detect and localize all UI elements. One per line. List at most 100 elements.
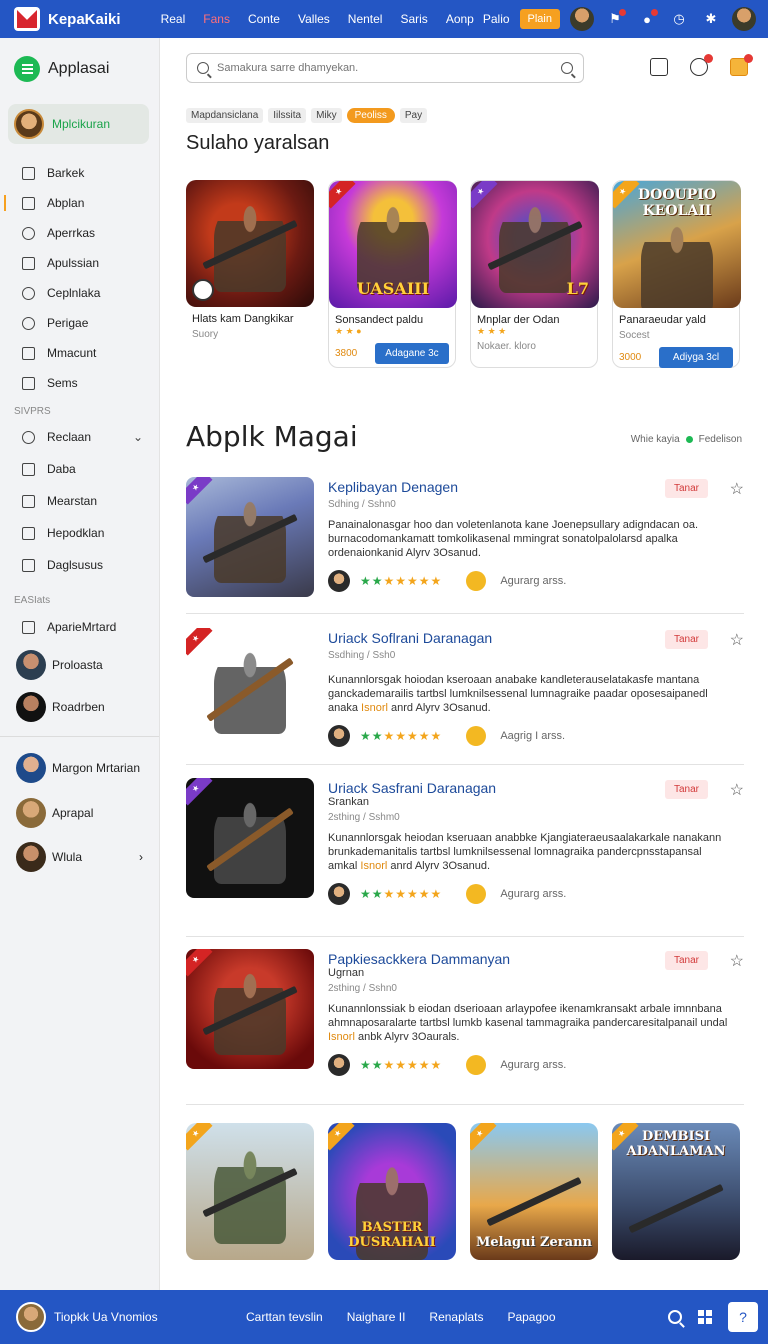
sidebar-item[interactable]: Mmacunt bbox=[0, 338, 159, 368]
friend-item[interactable]: Wlula › bbox=[0, 835, 159, 879]
sidebar-item[interactable]: Mearstan bbox=[0, 485, 159, 517]
get-button[interactable]: Adiyga 3cl bbox=[659, 347, 733, 368]
search-submit-icon[interactable] bbox=[561, 62, 573, 74]
coin-icon bbox=[466, 726, 487, 746]
game-thumbnail[interactable]: ★ bbox=[186, 778, 314, 898]
list-item[interactable]: ★ Papkiesackkera Dammanyan Ugrnan 2sthin… bbox=[186, 949, 744, 1076]
favorite-star-icon[interactable]: ☆ bbox=[730, 630, 744, 650]
sidebar-item[interactable]: Perigae bbox=[0, 308, 159, 338]
game-thumbnail[interactable]: ★ bbox=[186, 949, 314, 1069]
user-icon[interactable] bbox=[690, 54, 713, 76]
install-button[interactable]: Tanar bbox=[664, 780, 708, 799]
bottom-nav-item[interactable]: Naighare II bbox=[347, 1310, 406, 1324]
game-card[interactable]: ★ DEMBISI ADANLAMAN bbox=[612, 1123, 740, 1260]
sidebar-item[interactable]: Barkek bbox=[0, 158, 159, 188]
friend-item[interactable]: Margon Mrtarian bbox=[0, 745, 159, 791]
sidebar-item[interactable]: Ceplnlaka bbox=[0, 278, 159, 308]
list-item[interactable]: ★ Uriack Soflrani Daranagan Ssdhing / Ss… bbox=[186, 628, 744, 748]
favorite-star-icon[interactable]: ☆ bbox=[730, 780, 744, 800]
sidebar-item[interactable]: Reclaan ⌄ bbox=[0, 421, 159, 453]
bottom-nav-item[interactable]: Renaplats bbox=[429, 1310, 483, 1324]
filter-chip-active[interactable]: Peoliss bbox=[346, 108, 395, 123]
card-price: 3000 bbox=[619, 352, 642, 363]
top-nav-item[interactable]: Saris bbox=[391, 12, 436, 26]
bottom-nav-item[interactable]: Carttan tevslin bbox=[246, 1310, 323, 1324]
filter-chip[interactable]: Pay bbox=[399, 108, 428, 123]
search-icon[interactable] bbox=[668, 1310, 682, 1324]
bell-icon[interactable]: ● bbox=[636, 8, 658, 30]
featured-card[interactable]: Hlats kam Dangkikar Suory bbox=[186, 180, 314, 368]
help-button[interactable]: ? bbox=[728, 1302, 758, 1332]
featured-card[interactable]: ★ L7 Mnplar der Odan ★ ★ ★ Nokaer. kloro bbox=[470, 180, 599, 368]
favorite-star-icon[interactable]: ☆ bbox=[730, 479, 744, 499]
featured-card[interactable]: ★ UASAIII Sonsandect paldu ★ ★ ● 3800 Ada… bbox=[328, 180, 457, 368]
filter-chip[interactable]: Miky bbox=[311, 108, 342, 123]
menu-icon[interactable] bbox=[14, 56, 40, 82]
ribbon-icon: ★ bbox=[186, 1123, 213, 1151]
rating-stars: ★★★★★★★ bbox=[360, 1058, 443, 1072]
art-title: DEMBISI ADANLAMAN bbox=[626, 1129, 726, 1159]
top-right: Palio Plain ⚑ ● ◷ ✱ bbox=[483, 7, 768, 31]
header-icons bbox=[650, 54, 753, 76]
brand[interactable]: KepaKaiki bbox=[0, 7, 152, 31]
search-box[interactable] bbox=[186, 53, 584, 83]
sidebar-item[interactable]: Daglsusus bbox=[0, 549, 159, 581]
favorite-star-icon[interactable]: ☆ bbox=[730, 951, 744, 971]
top-nav-item[interactable]: Valles bbox=[289, 12, 339, 26]
search-icon bbox=[22, 430, 35, 444]
game-card[interactable]: ★ BASTER DUSRAHAII bbox=[328, 1123, 456, 1260]
sidebar-item-label: Mmacunt bbox=[47, 346, 97, 360]
clock-icon[interactable]: ◷ bbox=[668, 8, 690, 30]
top-nav-item[interactable]: Nentel bbox=[339, 12, 392, 26]
ribbon-icon: ★ bbox=[471, 181, 498, 209]
top-nav-item[interactable]: Real bbox=[152, 12, 195, 26]
phone-icon[interactable] bbox=[650, 58, 668, 76]
profile-avatar[interactable] bbox=[732, 7, 756, 31]
install-button[interactable]: Tanar bbox=[664, 630, 708, 649]
grid-icon[interactable] bbox=[698, 1310, 712, 1324]
sidebar-item[interactable]: Aperrkas bbox=[0, 218, 159, 248]
game-card[interactable]: ★ bbox=[186, 1123, 314, 1260]
friend-item[interactable]: Proloasta bbox=[0, 644, 159, 686]
top-nav-item[interactable]: Aonp bbox=[437, 12, 483, 26]
install-button[interactable]: Tanar bbox=[664, 479, 708, 498]
search-input[interactable] bbox=[217, 62, 553, 74]
avatar[interactable] bbox=[570, 7, 594, 31]
chevron-right-icon[interactable]: › bbox=[139, 850, 143, 864]
bottom-nav-item[interactable]: Papagoo bbox=[507, 1310, 555, 1324]
featured-card[interactable]: ★ DOOUPIO KEOLAII Panaraeudar yald Socest… bbox=[612, 180, 741, 368]
sidebar-item[interactable]: Apulssian bbox=[0, 248, 159, 278]
settings-icon[interactable]: ✱ bbox=[700, 8, 722, 30]
filter-chip[interactable]: Mapdansiclana bbox=[186, 108, 264, 123]
install-button[interactable]: Tanar bbox=[664, 951, 708, 970]
sidebar-item-active[interactable]: Abplan bbox=[0, 188, 159, 218]
filter-chip[interactable]: Iilssita bbox=[268, 108, 307, 123]
plain-button[interactable]: Plain bbox=[519, 9, 560, 29]
ribbon-icon: ★ bbox=[470, 1123, 497, 1151]
sidebar-item[interactable]: Sems bbox=[0, 368, 159, 398]
chevron-down-icon[interactable]: ⌄ bbox=[133, 430, 143, 444]
friend-item[interactable]: Roadrben bbox=[0, 686, 159, 728]
sidebar-item[interactable]: Hepodklan bbox=[0, 517, 159, 549]
bottom-user[interactable]: Tiopkk Ua Vnomios bbox=[0, 1302, 226, 1332]
top-nav-item[interactable]: Palio bbox=[483, 12, 510, 26]
list-item-desc-end: anrd Alyrv 3Osanud. bbox=[391, 702, 491, 714]
friend-name: Aprapal bbox=[52, 806, 94, 820]
sidebar-item[interactable]: Daba bbox=[0, 453, 159, 485]
game-thumbnail[interactable]: ★ bbox=[186, 628, 314, 748]
game-card[interactable]: ★ Melagui Zerann bbox=[470, 1123, 598, 1260]
list-item[interactable]: ★ Keplibayan Denagen Sdhing / Sshn0 Pana… bbox=[186, 477, 744, 597]
friend-item[interactable]: Aprapal bbox=[0, 791, 159, 835]
list-item[interactable]: ★ Uriack Sasfrani Daranagan Srankan 2sth… bbox=[186, 778, 744, 905]
top-nav-item-active[interactable]: Fans bbox=[194, 12, 239, 26]
flag-icon[interactable]: ⚑ bbox=[604, 8, 626, 30]
top-nav-item[interactable]: Conte bbox=[239, 12, 289, 26]
get-button[interactable]: Adagane 3c bbox=[375, 343, 449, 364]
sidebar-user[interactable]: Mplcikuran bbox=[8, 104, 149, 144]
avatar bbox=[328, 883, 350, 905]
card-subtitle: Socest bbox=[619, 330, 650, 341]
avatar bbox=[16, 650, 46, 680]
sidebar-item[interactable]: AparieMrtard bbox=[0, 610, 159, 644]
game-thumbnail[interactable]: ★ bbox=[186, 477, 314, 597]
gift-icon[interactable] bbox=[730, 54, 753, 76]
